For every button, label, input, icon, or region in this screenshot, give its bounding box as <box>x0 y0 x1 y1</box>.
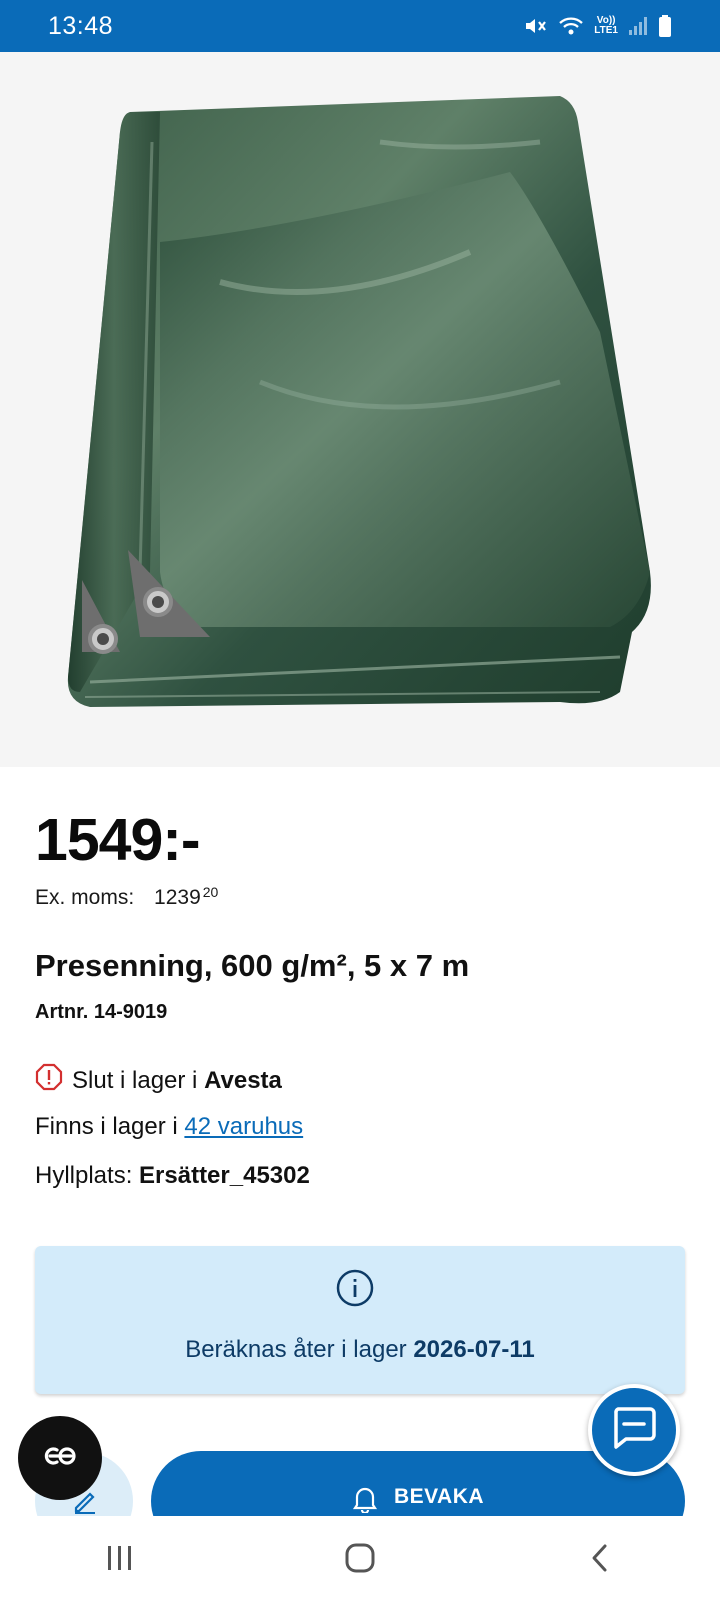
shelf-value: Ersätter_45302 <box>139 1162 310 1189</box>
article-number: Artnr. 14-9019 <box>35 1001 168 1023</box>
info-icon <box>335 1268 375 1313</box>
wifi-icon <box>558 15 584 37</box>
status-icons: Vo)) LTE1 <box>524 14 672 38</box>
home-icon <box>345 1543 375 1573</box>
status-time: 13:48 <box>48 11 114 40</box>
out-of-stock-text: Slut i lager i <box>72 1066 198 1094</box>
chat-button[interactable] <box>588 1384 680 1476</box>
bell-icon <box>352 1485 378 1519</box>
restock-info-box: Beräknas åter i lager 2026-07-11 <box>35 1246 685 1394</box>
cookie-settings-button[interactable] <box>18 1416 102 1500</box>
network-label: Vo)) LTE1 <box>594 16 618 36</box>
warning-icon <box>35 1063 63 1098</box>
back-button[interactable] <box>570 1528 630 1588</box>
back-icon <box>592 1544 607 1572</box>
restock-text: Beräknas åter i lager 2026-07-11 <box>35 1336 685 1364</box>
product-image[interactable] <box>0 52 720 767</box>
product-title: Presenning, 600 g/m², 5 x 7 m <box>35 948 470 983</box>
product-price: 1549:- <box>35 807 201 873</box>
home-button[interactable] <box>330 1528 390 1588</box>
ex-moms-label: Ex. moms: <box>35 886 135 909</box>
ex-moms-price: Ex. moms: 1239 20 <box>35 884 219 910</box>
mute-icon <box>524 15 548 37</box>
shelf-label: Hyllplats: <box>35 1162 133 1189</box>
cookie-consent-icon <box>38 1444 82 1473</box>
status-bar: 13:48 Vo)) LTE1 <box>0 0 720 52</box>
store-name[interactable]: Avesta <box>204 1067 282 1094</box>
battery-icon <box>658 14 672 38</box>
ex-moms-decimals: 20 <box>202 884 219 900</box>
watch-label: BEVAKA <box>393 1485 485 1508</box>
network-label-bottom: LTE1 <box>594 25 618 36</box>
availability-text: Finns i lager i <box>35 1113 178 1140</box>
chat-icon <box>610 1405 658 1456</box>
signal-icon <box>628 15 648 37</box>
shelf-row: Hyllplats: Ersätter_45302 <box>35 1162 310 1190</box>
system-navigation-bar <box>0 1516 720 1600</box>
recent-apps-button[interactable] <box>90 1528 150 1588</box>
restock-prefix: Beräknas åter i lager <box>185 1336 407 1363</box>
recent-apps-icon <box>108 1546 131 1570</box>
stores-link[interactable]: 42 varuhus <box>184 1113 303 1140</box>
availability-row: Finns i lager i 42 varuhus <box>35 1113 303 1141</box>
ex-moms-value: 1239 <box>154 886 201 909</box>
restock-date: 2026-07-11 <box>413 1336 535 1363</box>
out-of-stock-row: Slut i lager i Avesta <box>35 1063 282 1098</box>
